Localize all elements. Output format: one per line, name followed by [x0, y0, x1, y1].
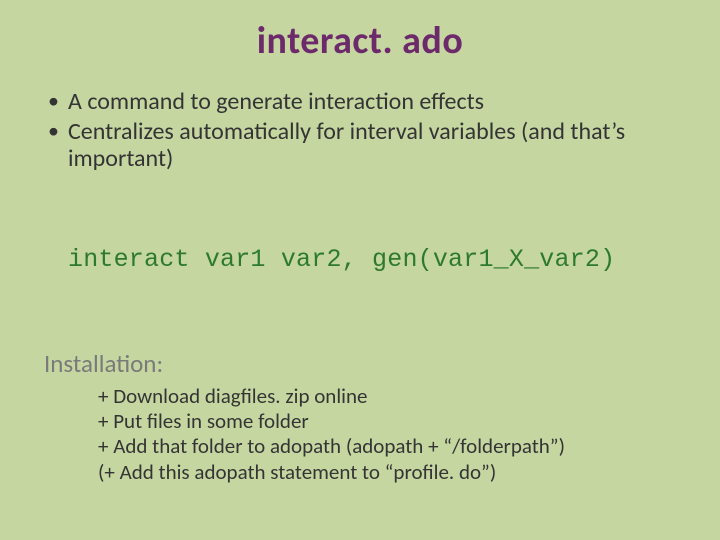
slide: interact. ado A command to generate inte… [0, 0, 720, 540]
bullet-item: Centralizes automatically for interval v… [44, 118, 676, 173]
installation-label: Installation: [44, 348, 163, 379]
install-step: (+ Add this adopath statement to “profil… [98, 460, 565, 485]
code-line: interact var1 var2, gen(var1_X_var2) [68, 245, 615, 274]
bullet-item: A command to generate interaction effect… [44, 88, 676, 116]
installation-steps: + Download diagfiles. zip online + Put f… [98, 384, 565, 485]
install-step: + Add that folder to adopath (adopath + … [98, 434, 565, 459]
install-step: + Download diagfiles. zip online [98, 384, 565, 409]
slide-title: interact. ado [0, 18, 720, 64]
bullet-list: A command to generate interaction effect… [44, 88, 676, 175]
install-step: + Put files in some folder [98, 409, 565, 434]
